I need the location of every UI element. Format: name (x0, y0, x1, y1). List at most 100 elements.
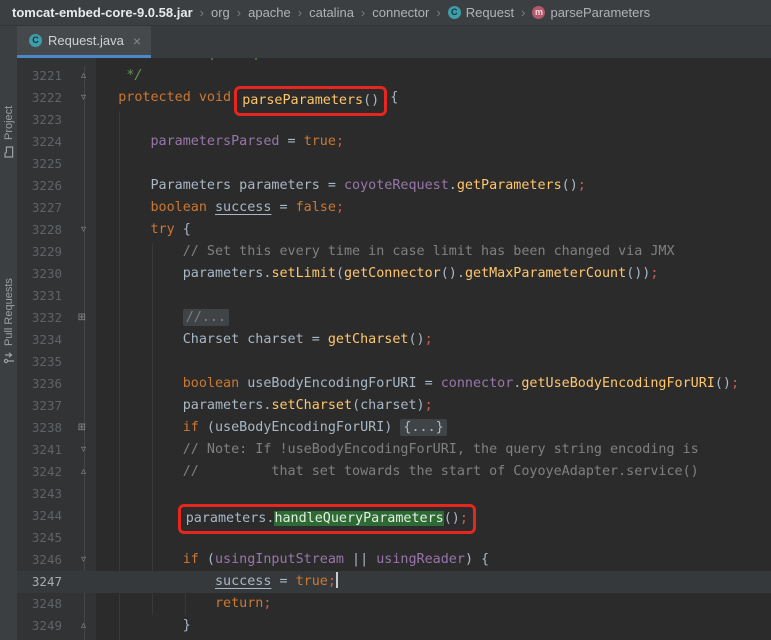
breadcrumb-item-request[interactable]: C Request (447, 5, 515, 20)
fold-up-icon[interactable]: ▵ (68, 615, 86, 637)
folded-code-placeholder[interactable]: //... (182, 309, 230, 326)
code-text[interactable]: parameters.handleQueryParameters(); (86, 504, 771, 534)
breadcrumb-label: Request (465, 5, 515, 20)
tab-label: Request.java (48, 33, 124, 48)
code-text[interactable]: // Note: If !useBodyEncodingForURI, the … (86, 439, 771, 461)
code-token: Charset charset = (86, 332, 328, 347)
code-token: setLimit (271, 266, 336, 281)
breadcrumb-item-org[interactable]: org (211, 5, 230, 20)
code-text[interactable]: Parameters parameters = coyoteRequest.ge… (86, 175, 771, 197)
code-token: Parameters parameters = (86, 178, 344, 193)
code-text[interactable]: } (86, 615, 771, 637)
code-text[interactable]: protected void parseParameters() { (86, 86, 771, 116)
code-token: boolean (150, 200, 215, 215)
code-text[interactable] (86, 153, 771, 175)
code-text[interactable] (86, 109, 771, 131)
fold-down-icon[interactable]: ▿ (68, 549, 86, 571)
code-line-3231: 3231 (17, 285, 771, 307)
folded-code-placeholder[interactable]: {...} (400, 419, 447, 436)
fold-plus-icon[interactable]: ⊞ (68, 307, 86, 329)
code-text[interactable]: parameters.setCharset(charset); (86, 395, 771, 417)
code-text[interactable]: Charset charset = getCharset(); (86, 329, 771, 351)
code-token: usingInputStream (215, 552, 344, 567)
fold-down-icon[interactable]: ▿ (68, 439, 86, 461)
breadcrumb-item-tomcat-embed-core-9-0-58-jar[interactable]: tomcat-embed-core-9.0.58.jar (12, 5, 193, 20)
code-text[interactable]: //... (86, 307, 771, 329)
code-token: return (215, 596, 264, 611)
code-text[interactable]: parameters.setLimit(getConnector().getMa… (86, 263, 771, 285)
code-line-3230: 3230 parameters.setLimit(getConnector().… (17, 263, 771, 285)
code-token: protected void (118, 90, 240, 105)
code-token: try (150, 222, 175, 237)
fold-down-icon[interactable]: ▿ (68, 219, 86, 241)
sidebar-item-project[interactable]: Project (0, 54, 17, 158)
method-icon: m (532, 6, 546, 19)
tab-request-java[interactable]: C Request.java × (17, 26, 152, 58)
close-icon[interactable]: × (133, 33, 141, 49)
code-text[interactable]: return; (86, 593, 771, 615)
breadcrumb-separator: › (436, 5, 441, 20)
code-text[interactable]: if (usingInputStream || usingReader) { (86, 549, 771, 571)
code-line-3243: 3243 (17, 483, 771, 505)
code-line-3228: 3228 ▿ try { (17, 219, 771, 241)
code-text[interactable]: if (useBodyEncodingForURI) {...} (86, 417, 771, 439)
code-text[interactable]: boolean useBodyEncodingForURI = connecto… (86, 373, 771, 395)
line-number: 3244 (31, 508, 62, 523)
code-token: if (182, 420, 199, 435)
breadcrumb-separator: › (199, 5, 204, 20)
breadcrumb-label: org (210, 5, 230, 20)
fold-up-icon[interactable]: ▵ (68, 461, 86, 483)
code-text[interactable]: try { (86, 219, 771, 241)
code-line-3236: 3236 boolean useBodyEncodingForURI = con… (17, 373, 771, 395)
breadcrumb-item-apache[interactable]: apache (248, 5, 291, 20)
breadcrumb-item-connector[interactable]: connector (372, 5, 429, 20)
code-token: // Set this every time in case limit has… (86, 244, 675, 259)
line-number: 3221 (31, 68, 62, 83)
code-text[interactable]: parametersParsed = true; (86, 131, 771, 153)
code-text[interactable]: boolean success = false; (86, 197, 771, 219)
code-text[interactable] (86, 527, 771, 549)
fold-gutter (68, 263, 86, 285)
code-text[interactable] (86, 483, 771, 505)
code-token: ; (424, 398, 433, 413)
code-text[interactable]: // that set towards the start of CoyoyeA… (86, 461, 771, 483)
code-text[interactable]: * Parse request parameters. (86, 58, 771, 65)
fold-down-icon[interactable]: ▿ (68, 87, 86, 109)
code-text[interactable]: */ (86, 65, 771, 87)
folder-icon (4, 146, 14, 158)
fold-up-icon[interactable]: ▵ (68, 65, 86, 87)
line-number: 3228 (31, 222, 62, 237)
code-text[interactable]: success = true; (86, 571, 771, 593)
code-text[interactable] (86, 285, 771, 307)
code-text[interactable] (86, 351, 771, 373)
code-line-3222: 3222 ▿ protected void parseParameters() { (17, 86, 771, 116)
sidebar-item-pull-requests[interactable]: Pull Requests (0, 218, 17, 364)
code-text[interactable]: // Set this every time in case limit has… (86, 241, 771, 263)
breadcrumb-item-parseparameters[interactable]: m parseParameters (532, 5, 650, 20)
fold-gutter (68, 131, 86, 153)
line-number: 3229 (31, 244, 62, 259)
code-line-3235: 3235 (17, 351, 771, 373)
code-token: = (279, 134, 304, 149)
code-line-3225: 3225 (17, 153, 771, 175)
fold-gutter (68, 351, 86, 373)
code-token: ; (327, 574, 336, 589)
line-number: 3235 (31, 354, 62, 369)
tool-window-stripe: Project Pull Requests (0, 26, 17, 640)
code-token: () (443, 511, 460, 526)
sidebar-item-label: Project (2, 105, 15, 140)
code-token: */ (86, 68, 143, 83)
fold-plus-icon[interactable]: ⊞ (68, 417, 86, 439)
breadcrumb-item-catalina[interactable]: catalina (309, 5, 354, 20)
code-line-3227: 3227 boolean success = false; (17, 197, 771, 219)
code-editor[interactable]: 3220 * Parse request parameters. 3221 ▵ */… (17, 58, 771, 640)
fold-gutter (68, 175, 86, 197)
pull-request-icon (3, 352, 14, 364)
code-token: (charset) (352, 398, 425, 413)
fold-gutter (68, 153, 86, 175)
